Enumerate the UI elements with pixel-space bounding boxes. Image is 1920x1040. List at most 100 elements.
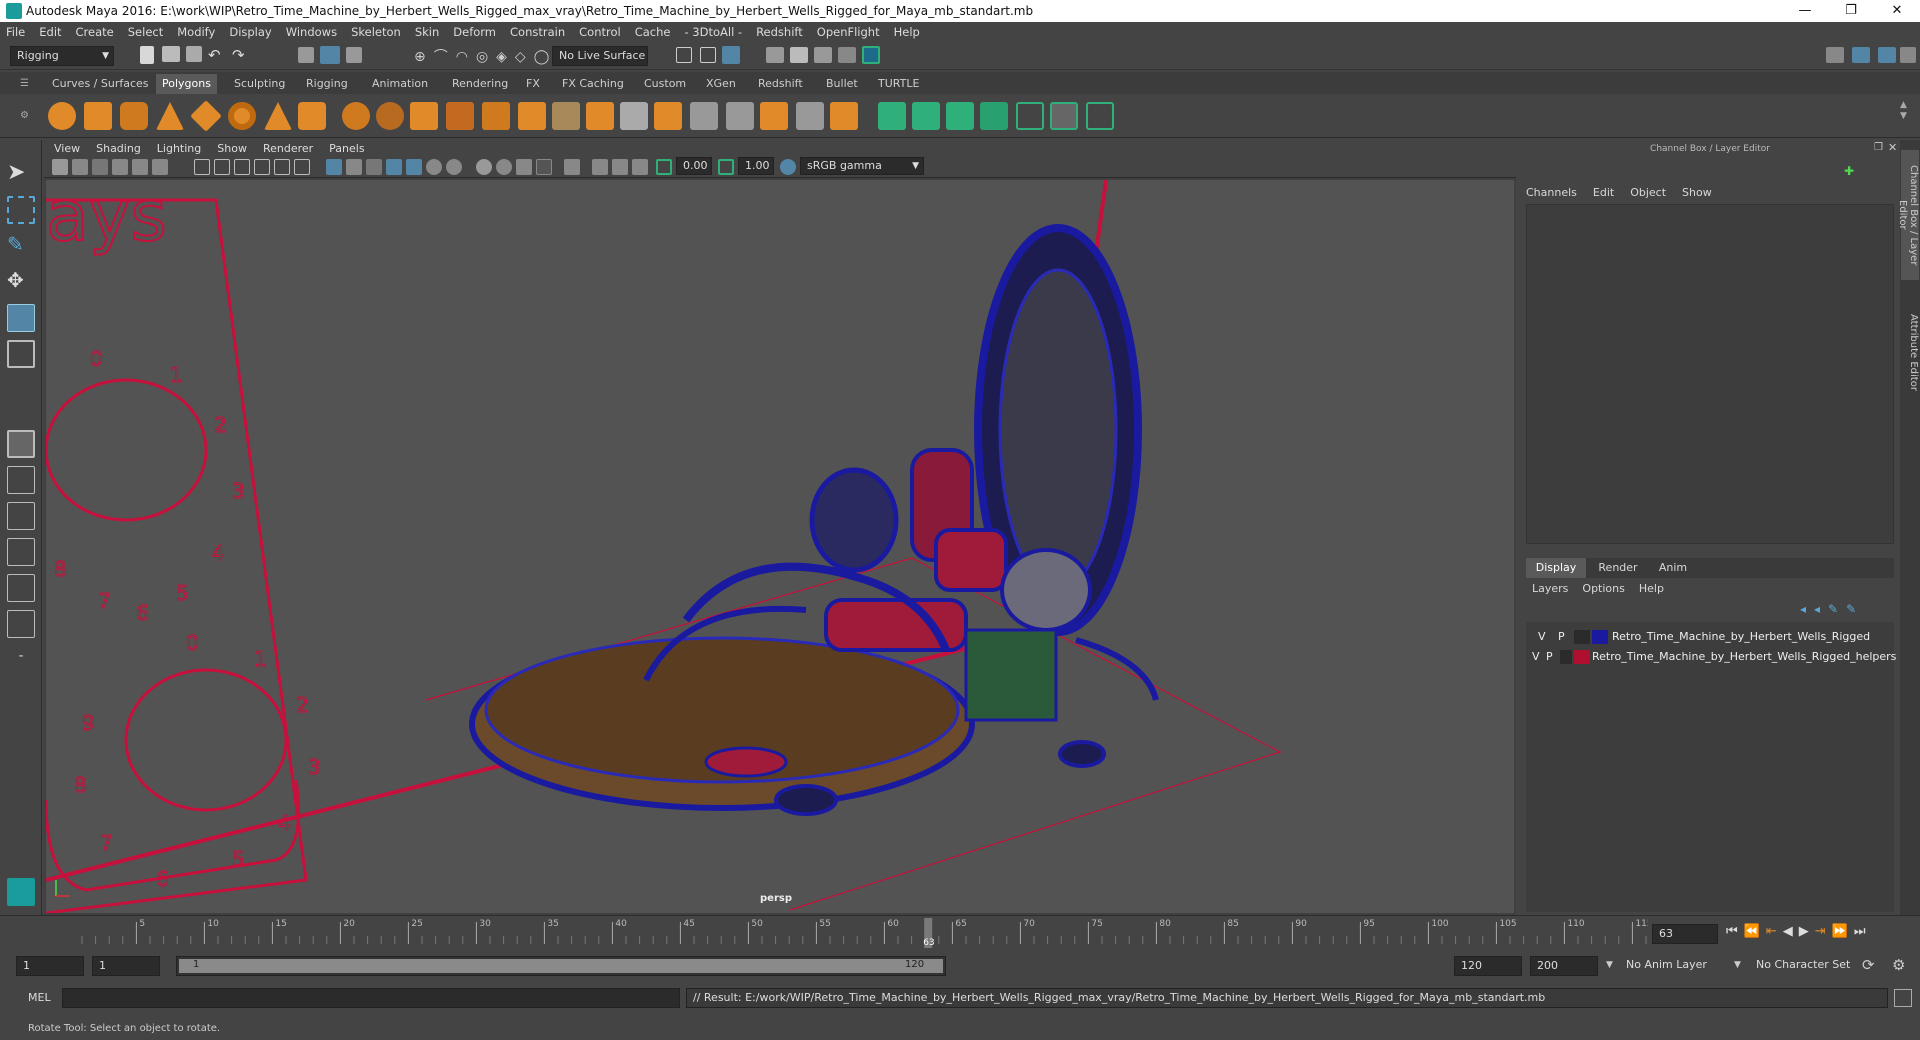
panel-menu-lighting[interactable]: Lighting <box>157 142 201 155</box>
ipr-render-icon[interactable] <box>790 47 808 63</box>
animation-end-field[interactable]: 200 <box>1530 956 1598 976</box>
menu-display[interactable]: Display <box>229 25 271 39</box>
extract-icon[interactable] <box>410 102 438 130</box>
layer-type-box[interactable] <box>1574 630 1590 644</box>
animation-start-field[interactable]: 1 <box>16 956 84 976</box>
shelf-tab-rigging[interactable]: Rigging <box>300 74 354 94</box>
poly-pyramid-icon[interactable] <box>264 102 292 130</box>
play-forwards-icon[interactable]: ▶ <box>1799 924 1809 939</box>
menu-modify[interactable]: Modify <box>177 25 215 39</box>
maximize-button[interactable]: ❐ <box>1828 0 1874 22</box>
shelf-tab-xgen[interactable]: XGen <box>700 74 742 94</box>
select-tool-icon[interactable]: ➤ <box>7 160 35 188</box>
time-slider[interactable]: 5 10 15 20 25 30 35 40 45 50 55 60 65 70 75 80 85 90 95 100… <box>0 915 1920 950</box>
close-panel-icon[interactable]: ✕ <box>1888 141 1897 154</box>
layer-type-box[interactable] <box>1560 650 1572 664</box>
auto-key-icon[interactable]: ⟳ <box>1862 956 1875 974</box>
go-to-start-icon[interactable]: ⏮ <box>1726 924 1738 939</box>
channel-box-settings-icon[interactable]: ✚ <box>1844 164 1854 178</box>
poly-pipe-icon[interactable] <box>298 102 326 130</box>
backface-culling-icon[interactable] <box>632 159 648 175</box>
multisample-aa-icon[interactable] <box>516 159 532 175</box>
shelf-tab-polygons[interactable]: Polygons <box>156 74 217 94</box>
move-tool-icon[interactable]: ✥ <box>7 268 35 296</box>
shelf-tab-fx-caching[interactable]: FX Caching <box>556 74 630 94</box>
edit-menu[interactable]: Edit <box>1593 186 1614 199</box>
layer-visibility[interactable]: V <box>1532 650 1540 663</box>
chevron-down-icon[interactable]: ▼ <box>1606 960 1613 970</box>
panel-menu-renderer[interactable]: Renderer <box>263 142 313 155</box>
tab-render[interactable]: Render <box>1590 558 1646 578</box>
shadows-icon[interactable] <box>446 159 462 175</box>
planar-map-icon[interactable] <box>830 102 858 130</box>
layer-action-icons[interactable]: ◂◂✎✎ <box>1800 602 1864 616</box>
menu-windows[interactable]: Windows <box>286 25 337 39</box>
channels-menu[interactable]: Channels <box>1526 186 1577 199</box>
separate-icon[interactable] <box>376 102 404 130</box>
lasso-tool-icon[interactable] <box>7 196 35 224</box>
render-settings-icon[interactable] <box>814 47 832 63</box>
layer-visibility[interactable]: V <box>1538 630 1546 643</box>
tab-display[interactable]: Display <box>1526 558 1586 578</box>
bridge-icon[interactable] <box>620 102 648 130</box>
workspace-icon[interactable] <box>1826 47 1844 63</box>
image-plane-icon[interactable] <box>112 159 128 175</box>
xray-active-icon[interactable] <box>612 159 628 175</box>
redshift-shelf-icon-2[interactable] <box>912 102 940 130</box>
target-weld-icon[interactable] <box>726 102 754 130</box>
redshift-render-view-icon[interactable] <box>862 46 880 64</box>
construction-history-icon[interactable] <box>722 46 740 64</box>
smooth-shade-icon[interactable] <box>346 159 362 175</box>
single-perspective-layout-icon[interactable] <box>7 430 35 458</box>
playback-end-field[interactable]: 120 <box>1454 956 1522 976</box>
exposure-field[interactable]: 0.00 <box>676 157 712 175</box>
redshift-shelf-icon-1[interactable] <box>878 102 906 130</box>
tool-settings-toggle-icon[interactable] <box>1900 47 1916 63</box>
object-menu[interactable]: Object <box>1630 186 1666 199</box>
vertical-layout-icon[interactable] <box>7 574 35 602</box>
bevel-icon[interactable] <box>654 102 682 130</box>
shelf-scroll-icon[interactable]: ▲ ▼ <box>1900 100 1907 122</box>
gate-mask-icon[interactable] <box>254 159 270 175</box>
merge-icon[interactable] <box>760 102 788 130</box>
safe-action-icon[interactable] <box>294 159 310 175</box>
grease-pencil-icon[interactable] <box>152 159 168 175</box>
help-menu[interactable]: Help <box>1639 582 1664 595</box>
menu-help[interactable]: Help <box>894 25 920 39</box>
bookmark-icon[interactable] <box>92 159 108 175</box>
depth-of-field-icon[interactable] <box>536 159 552 175</box>
layer-color-swatch[interactable] <box>1574 650 1590 664</box>
rotate-tool-icon[interactable] <box>7 304 35 332</box>
layer-color-swatch[interactable] <box>1592 630 1608 644</box>
grid-icon[interactable] <box>194 159 210 175</box>
redshift-shelf-icon-6[interactable] <box>1050 102 1078 130</box>
hypershade-layout-icon[interactable] <box>7 610 35 638</box>
select-hierarchy-icon[interactable] <box>298 47 314 63</box>
layer-row[interactable]: V P Retro_Time_Machine_by_Herbert_Wells_… <box>1532 628 1894 646</box>
menu-openflight[interactable]: OpenFlight <box>817 25 880 39</box>
menu-edit[interactable]: Edit <box>39 25 61 39</box>
script-language-label[interactable]: MEL <box>28 991 51 1004</box>
shelf-tab-fx[interactable]: FX <box>520 74 546 94</box>
anim-layer-dropdown[interactable]: No Anim Layer <box>1620 956 1746 976</box>
menu-deform[interactable]: Deform <box>453 25 496 39</box>
gamma-icon[interactable] <box>718 159 734 175</box>
options-menu[interactable]: Options <box>1582 582 1624 595</box>
animation-prefs-icon[interactable]: ⚙ <box>1892 956 1905 974</box>
input-ops-icon[interactable] <box>676 47 692 63</box>
2d-pan-zoom-icon[interactable] <box>132 159 148 175</box>
range-slider-handle[interactable] <box>179 959 943 973</box>
menu-skin[interactable]: Skin <box>415 25 439 39</box>
menu-constrain[interactable]: Constrain <box>510 25 565 39</box>
camera-select-icon[interactable] <box>52 159 68 175</box>
wireframe-on-shaded-icon[interactable] <box>386 159 402 175</box>
redshift-shelf-icon-5[interactable] <box>1016 102 1044 130</box>
character-set-dropdown[interactable]: No Character Set <box>1750 956 1876 976</box>
field-chart-icon[interactable] <box>274 159 290 175</box>
camera-attributes-icon[interactable] <box>72 159 88 175</box>
collapse-toolbox-icon[interactable]: - <box>7 648 35 676</box>
flat-shade-icon[interactable] <box>366 159 382 175</box>
hypershade-icon[interactable] <box>838 47 856 63</box>
panel-menu-panels[interactable]: Panels <box>329 142 364 155</box>
screen-space-ao-icon[interactable] <box>476 159 492 175</box>
